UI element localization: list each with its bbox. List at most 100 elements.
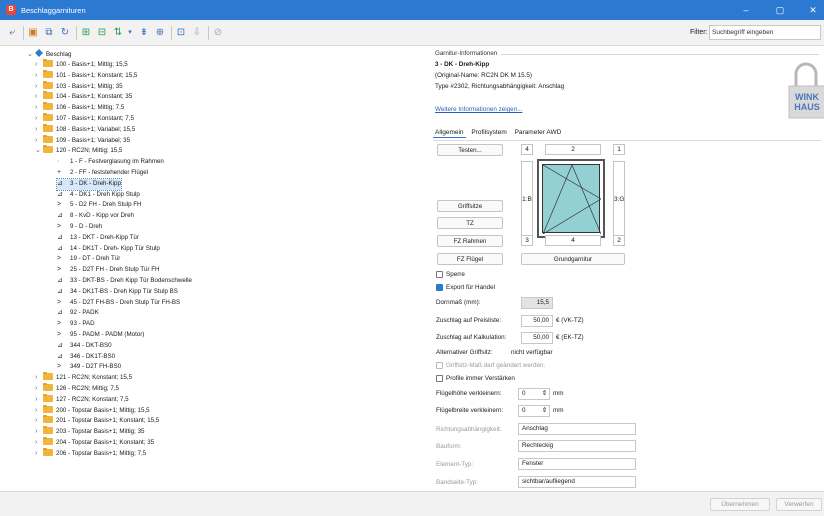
tree-folder[interactable]: › 201 - Topstar Basis+1; Konstant; 15,5 bbox=[35, 415, 159, 427]
tz-button[interactable]: TZ bbox=[437, 217, 503, 229]
tree-folder[interactable]: ⌄ 120 - RC2N; Mittig; 15,5 bbox=[35, 145, 122, 157]
tree-folder[interactable]: › 204 - Topstar Basis+1; Konstant; 35 bbox=[35, 437, 154, 449]
expand-chevron-icon[interactable]: › bbox=[35, 103, 43, 114]
tree-folder[interactable]: › 103 - Basis+1; Mittig; 35 bbox=[35, 80, 123, 93]
expand-chevron-icon[interactable]: › bbox=[35, 427, 43, 438]
tree-leaf[interactable]: >25 - D2T FH - Dreh Stulp Tür FH bbox=[57, 265, 160, 276]
dropdown-chevron-icon[interactable]: ▾ bbox=[124, 27, 136, 39]
tree-leaf[interactable]: ⊿ 92 - PADK bbox=[57, 308, 99, 319]
tree-leaf[interactable]: ⊿ 3 - DK - Dreh-Kipp bbox=[56, 177, 122, 191]
pin-icon[interactable]: ⇟ bbox=[138, 27, 150, 39]
box-top-left[interactable]: 4 bbox=[521, 144, 533, 155]
merge-icon[interactable]: ⊕ bbox=[154, 27, 166, 39]
expand-chevron-icon[interactable]: › bbox=[35, 136, 43, 147]
grundgarnitur-button[interactable]: Grundgarnitur bbox=[521, 253, 625, 265]
box-bot-right[interactable]: 2 bbox=[613, 235, 625, 246]
tree-leaf[interactable]: >93 - PAD bbox=[57, 319, 95, 330]
testen-button[interactable]: Testen... bbox=[437, 144, 503, 156]
apply-button[interactable]: Übernehmen bbox=[710, 498, 770, 511]
tree-folder[interactable]: › 106 - Basis+1; Mittig; 7,5 bbox=[35, 102, 124, 114]
discard-button[interactable]: Verwerfen bbox=[776, 498, 822, 511]
profile-verstaerken-checkbox[interactable] bbox=[436, 375, 443, 382]
export-icon[interactable]: ⊡ bbox=[175, 27, 187, 39]
tree-folder[interactable]: › 206 - Topstar Basis+1; Mittig; 7,5 bbox=[35, 447, 146, 460]
tree-folder[interactable]: › 108 - Basis+1; Variabel; 15,5 bbox=[35, 123, 135, 136]
close-button[interactable]: ✕ bbox=[800, 0, 824, 20]
tree-leaf[interactable]: >19 - DT - Dreh Tür bbox=[57, 254, 120, 265]
zuschlag-kalkulation-input[interactable]: 50,00 bbox=[521, 332, 553, 344]
export-checkbox[interactable] bbox=[436, 284, 443, 291]
tab-allgemein[interactable]: Allgemein bbox=[433, 128, 466, 138]
tree-leaf[interactable]: ⊿ 344 - DKT-BS0 bbox=[57, 341, 112, 352]
expand-chevron-icon[interactable]: › bbox=[35, 373, 43, 384]
tree-leaf[interactable]: ⊿ 8 - KvD - Kipp vor Dreh bbox=[57, 211, 134, 222]
tree-leaf[interactable]: >5 - D2 FH - Dreh Stulp FH bbox=[57, 200, 142, 211]
back-icon[interactable]: ⤶ bbox=[6, 27, 18, 39]
griffsitze-button[interactable]: Griffsitze bbox=[437, 200, 503, 212]
maximize-button[interactable]: ▢ bbox=[767, 0, 793, 20]
tree-leaf[interactable]: >349 - D2T FH-BS0 bbox=[57, 362, 121, 373]
tree-folder[interactable]: › 107 - Basis+1; Konstant; 7,5 bbox=[35, 113, 134, 125]
tree-move-icon[interactable]: ⇅ bbox=[112, 27, 124, 39]
tree-folder[interactable]: › 200 - Topstar Basis+1; Mittig; 15,5 bbox=[35, 404, 150, 417]
fz-fluegel-button[interactable]: FZ Flügel bbox=[437, 253, 503, 265]
expand-chevron-icon[interactable]: › bbox=[35, 416, 43, 427]
tree-leaf[interactable]: ⊿ 14 - DK1T - Dreh- Kipp Tür Stulp bbox=[57, 244, 160, 255]
tree-folder[interactable]: › 109 - Basis+1; Variabel; 35 bbox=[35, 134, 130, 147]
expand-chevron-icon[interactable]: › bbox=[35, 125, 43, 136]
box-top-mid[interactable]: 2 bbox=[545, 144, 601, 155]
filter-input[interactable]: Suchbegriff eingeben bbox=[709, 25, 821, 40]
tree-leaf[interactable]: +2 - FF - feststehender Flügel bbox=[57, 168, 148, 179]
expand-chevron-icon[interactable]: › bbox=[35, 395, 43, 406]
tree-folder[interactable]: › 100 - Basis+1; Mittig; 15,5 bbox=[35, 59, 128, 71]
minimize-button[interactable]: – bbox=[733, 0, 759, 20]
tree-folder[interactable]: › 121 - RC2N; Konstant; 15,5 bbox=[35, 372, 132, 384]
tree-folder[interactable]: › 203 - Topstar Basis+1; Mittig; 35 bbox=[35, 426, 144, 438]
expand-chevron-icon[interactable]: ⌄ bbox=[35, 146, 43, 157]
expand-chevron-icon[interactable]: › bbox=[35, 114, 43, 125]
tree-leaf[interactable]: ⊿ 13 - DKT - Dreh-Kipp Tür bbox=[57, 233, 139, 244]
expand-chevron-icon[interactable]: › bbox=[35, 449, 43, 460]
tab-profilsystem[interactable]: Profilsystem bbox=[469, 128, 508, 137]
fluegelhoehe-stepper[interactable]: 0 ⇕ bbox=[518, 388, 550, 400]
box-bot-left[interactable]: 3 bbox=[521, 235, 533, 246]
fz-rahmen-button[interactable]: FZ Rahmen bbox=[437, 235, 503, 247]
expand-chevron-icon[interactable]: › bbox=[35, 92, 43, 103]
sperre-checkbox[interactable] bbox=[436, 271, 443, 278]
expand-chevron-icon[interactable]: › bbox=[35, 406, 43, 417]
import-icon[interactable]: ⇩ bbox=[191, 27, 203, 39]
tree-folder[interactable]: › 126 - RC2N; Mittig; 7,5 bbox=[35, 383, 119, 395]
tree-folder[interactable]: › 104 - Basis+1; Konstant; 35 bbox=[35, 91, 132, 103]
more-info-link[interactable]: Weitere Informationen zeigen... bbox=[435, 106, 522, 113]
side-left[interactable]: 1:B bbox=[521, 161, 533, 237]
expand-chevron-icon[interactable]: › bbox=[35, 438, 43, 449]
expand-chevron-icon[interactable]: › bbox=[35, 60, 43, 71]
tree-leaf[interactable]: · 1 - F - Festverglasung im Rahmen bbox=[57, 157, 164, 168]
tree-leaf[interactable]: >45 - D2T FH-BS - Dreh Stulp Tür FH-BS bbox=[57, 298, 180, 309]
tree-root[interactable]: ⌄ Beschlag bbox=[27, 49, 71, 60]
tree-leaf[interactable]: ⊿ 4 - DK1 - Dreh Kipp Stulp bbox=[57, 190, 140, 201]
zuschlag-preisliste-input[interactable]: 50,00 bbox=[521, 315, 553, 327]
tree-leaf[interactable]: ⊿ 33 - DKT-BS - Dreh Kipp Tür Bodenschwel… bbox=[57, 276, 192, 287]
griffsitz-change-checkbox[interactable] bbox=[436, 362, 443, 369]
tree-insert-icon[interactable]: ⊟ bbox=[96, 27, 108, 39]
expand-chevron-icon[interactable]: › bbox=[35, 384, 43, 395]
tree-leaf[interactable]: >95 - PADM - PADM (Motor) bbox=[57, 330, 144, 341]
side-right[interactable]: 3:G bbox=[613, 161, 625, 237]
new-icon[interactable]: ▣ bbox=[27, 27, 39, 39]
tree-folder[interactable]: › 101 - Basis+1; Konstant; 15,5 bbox=[35, 69, 137, 82]
refresh-icon[interactable]: ↻ bbox=[59, 27, 71, 39]
expand-chevron-icon[interactable]: › bbox=[35, 71, 43, 82]
box-top-right[interactable]: 1 bbox=[613, 144, 625, 155]
expand-chevron-icon[interactable]: › bbox=[35, 82, 43, 93]
tab-parameter-awd[interactable]: Parameter AWD bbox=[513, 128, 564, 137]
copy-icon[interactable]: ⧉ bbox=[43, 27, 55, 39]
tree-add-icon[interactable]: ⊞ bbox=[80, 27, 92, 39]
tree-leaf[interactable]: ⊿ 34 - DK1T-BS - Dreh Kipp Tür Stulp BS bbox=[57, 287, 178, 298]
tree-leaf[interactable]: >9 - D - Dreh bbox=[57, 222, 102, 233]
tree-leaf[interactable]: ⊿ 346 - DK1T-BS0 bbox=[57, 352, 115, 363]
box-bot-mid[interactable]: 4 bbox=[545, 235, 601, 246]
fluegelbreite-stepper[interactable]: 0 ⇕ bbox=[518, 405, 550, 417]
tree-folder[interactable]: › 127 - RC2N; Konstant; 7,5 bbox=[35, 393, 129, 406]
delete-icon[interactable]: ⊘ bbox=[212, 27, 224, 39]
